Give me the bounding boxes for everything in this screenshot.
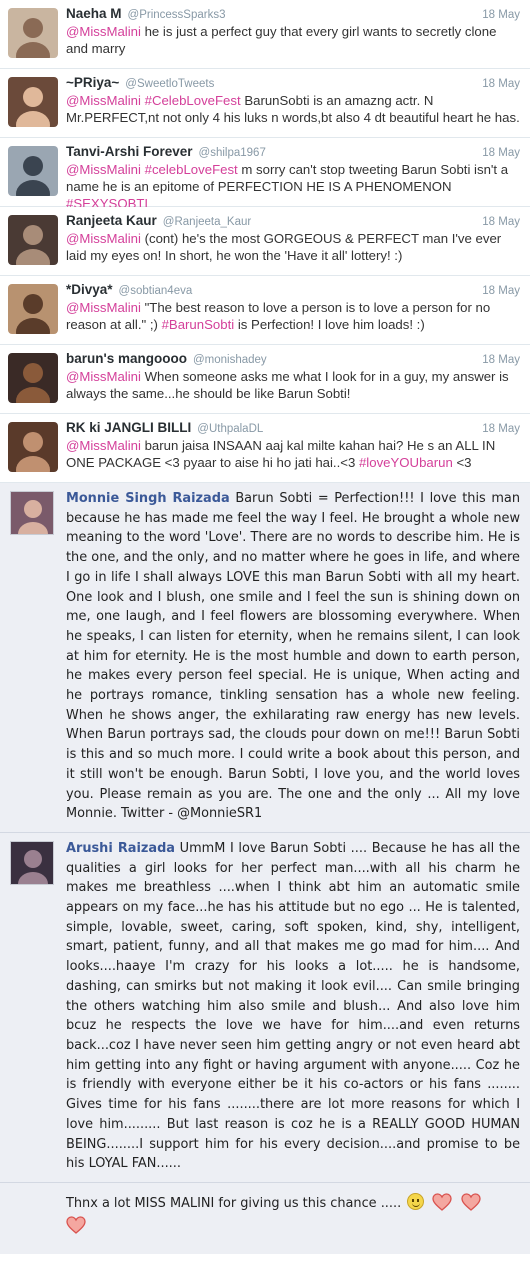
- commenter-name[interactable]: Arushi Raizada: [66, 841, 175, 856]
- tweet-date[interactable]: 18 May: [482, 147, 520, 159]
- hashtag-link[interactable]: #celebLoveFest: [145, 162, 238, 177]
- tweet-list: Naeha M @PrincessSparks3 18 May @MissMalini…: [0, 0, 530, 483]
- heart-icon: [432, 1193, 453, 1211]
- tweet-text: @MissMalini When someone asks me what I …: [66, 368, 520, 402]
- tweet-text: @MissMalini he is just a perfect guy tha…: [66, 23, 520, 57]
- smile-emoji-icon: [407, 1192, 425, 1210]
- tweet-author-handle[interactable]: @Ranjeeta_Kaur: [163, 216, 251, 228]
- mention-link[interactable]: @MissMalini: [66, 231, 141, 246]
- thanks-line: Thnx a lot MISS MALINI for giving us thi…: [0, 1182, 530, 1254]
- hashtag-link[interactable]: #BarunSobti: [162, 317, 235, 332]
- avatar[interactable]: [8, 215, 58, 265]
- mention-link[interactable]: @MissMalini: [66, 438, 141, 453]
- mention-link[interactable]: @MissMalini: [66, 24, 141, 39]
- tweet-date[interactable]: 18 May: [482, 354, 520, 366]
- tweet[interactable]: Ranjeeta Kaur @Ranjeeta_Kaur 18 May @MissMa…: [0, 207, 530, 276]
- tweet-date[interactable]: 18 May: [482, 78, 520, 90]
- avatar[interactable]: [8, 77, 58, 127]
- mention-link[interactable]: @MissMalini: [66, 162, 141, 177]
- tweet-author-name[interactable]: ~PRiya~: [66, 75, 119, 90]
- tweet-author-name[interactable]: *Divya*: [66, 282, 113, 297]
- tweet[interactable]: RK ki JANGLI BILLI @UthpalaDL 18 May @MissM…: [0, 414, 530, 483]
- heart-icon: [460, 1193, 481, 1211]
- mention-link[interactable]: @MissMalini: [66, 93, 141, 108]
- tweet-text: @MissMalini "The best reason to love a p…: [66, 299, 520, 333]
- tweet-text: @MissMalini #celebLoveFest m sorry can't…: [66, 161, 520, 212]
- tweet-author-name[interactable]: Tanvi-Arshi Forever: [66, 144, 193, 159]
- tweet-author-handle[interactable]: @PrincessSparks3: [128, 9, 226, 21]
- comment-text: UmmM I love Barun Sobti .... Because he …: [66, 840, 520, 1172]
- tweet-date[interactable]: 18 May: [482, 285, 520, 297]
- tweet-text-segment: is Perfection! I love him loads! :): [234, 317, 425, 332]
- tweet-text-segment: <3: [452, 455, 472, 470]
- comment-body: Monnie Singh Raizada Barun Sobti = Perfe…: [66, 489, 520, 824]
- tweet[interactable]: Naeha M @PrincessSparks3 18 May @MissMalini…: [0, 0, 530, 69]
- tweet-date[interactable]: 18 May: [482, 9, 520, 21]
- tweet-author-name[interactable]: RK ki JANGLI BILLI: [66, 420, 191, 435]
- hashtag-link[interactable]: #CelebLoveFest: [145, 93, 241, 108]
- avatar[interactable]: [10, 491, 54, 535]
- heart-icon: [66, 1216, 86, 1234]
- avatar[interactable]: [10, 840, 54, 885]
- facebook-comments: Monnie Singh Raizada Barun Sobti = Perfe…: [0, 483, 530, 1183]
- tweet-text: @MissMalini barun jaisa INSAAN aaj kal m…: [66, 437, 520, 471]
- tweet-author-name[interactable]: Ranjeeta Kaur: [66, 213, 157, 228]
- tweet[interactable]: *Divya* @sobtian4eva 18 May @MissMalini "Th…: [0, 276, 530, 345]
- facebook-comment: Arushi Raizada UmmM I love Barun Sobti .…: [0, 833, 530, 1183]
- hashtag-link[interactable]: #loveYOUbarun: [359, 455, 453, 470]
- facebook-comment: Monnie Singh Raizada Barun Sobti = Perfe…: [0, 483, 530, 833]
- tweet-text: @MissMalini (cont) he's the most GORGEOU…: [66, 230, 520, 264]
- avatar[interactable]: [8, 422, 58, 472]
- tweet-author-name[interactable]: barun's mangoooo: [66, 351, 187, 366]
- tweet-text: @MissMalini #CelebLoveFest BarunSobti is…: [66, 92, 520, 126]
- avatar[interactable]: [8, 8, 58, 58]
- thanks-text: Thnx a lot MISS MALINI for giving us thi…: [66, 1195, 402, 1211]
- mention-link[interactable]: @MissMalini: [66, 300, 141, 315]
- tweet-author-name[interactable]: Naeha M: [66, 6, 122, 21]
- tweet-author-handle[interactable]: @UthpalaDL: [197, 423, 263, 435]
- tweet-date[interactable]: 18 May: [482, 423, 520, 435]
- tweet[interactable]: Tanvi-Arshi Forever @shilpa1967 18 May @Mis…: [0, 138, 530, 211]
- tweet-author-handle[interactable]: @SweetloTweets: [125, 78, 214, 90]
- avatar[interactable]: [8, 146, 58, 196]
- tweet-author-handle[interactable]: @shilpa1967: [199, 147, 266, 159]
- comment-text: Barun Sobti = Perfection!!! I love this …: [66, 491, 520, 822]
- tweet-author-handle[interactable]: @monishadey: [193, 354, 267, 366]
- avatar[interactable]: [8, 353, 58, 403]
- mention-link[interactable]: @MissMalini: [66, 369, 141, 384]
- comment-body: Arushi Raizada UmmM I love Barun Sobti .…: [66, 839, 520, 1174]
- tweet[interactable]: ~PRiya~ @SweetloTweets 18 May @MissMalini #…: [0, 69, 530, 138]
- avatar[interactable]: [8, 284, 58, 334]
- commenter-name[interactable]: Monnie Singh Raizada: [66, 491, 230, 506]
- tweet[interactable]: barun's mangoooo @monishadey 18 May @MissMa…: [0, 345, 530, 414]
- tweet-date[interactable]: 18 May: [482, 216, 520, 228]
- tweet-author-handle[interactable]: @sobtian4eva: [119, 285, 193, 297]
